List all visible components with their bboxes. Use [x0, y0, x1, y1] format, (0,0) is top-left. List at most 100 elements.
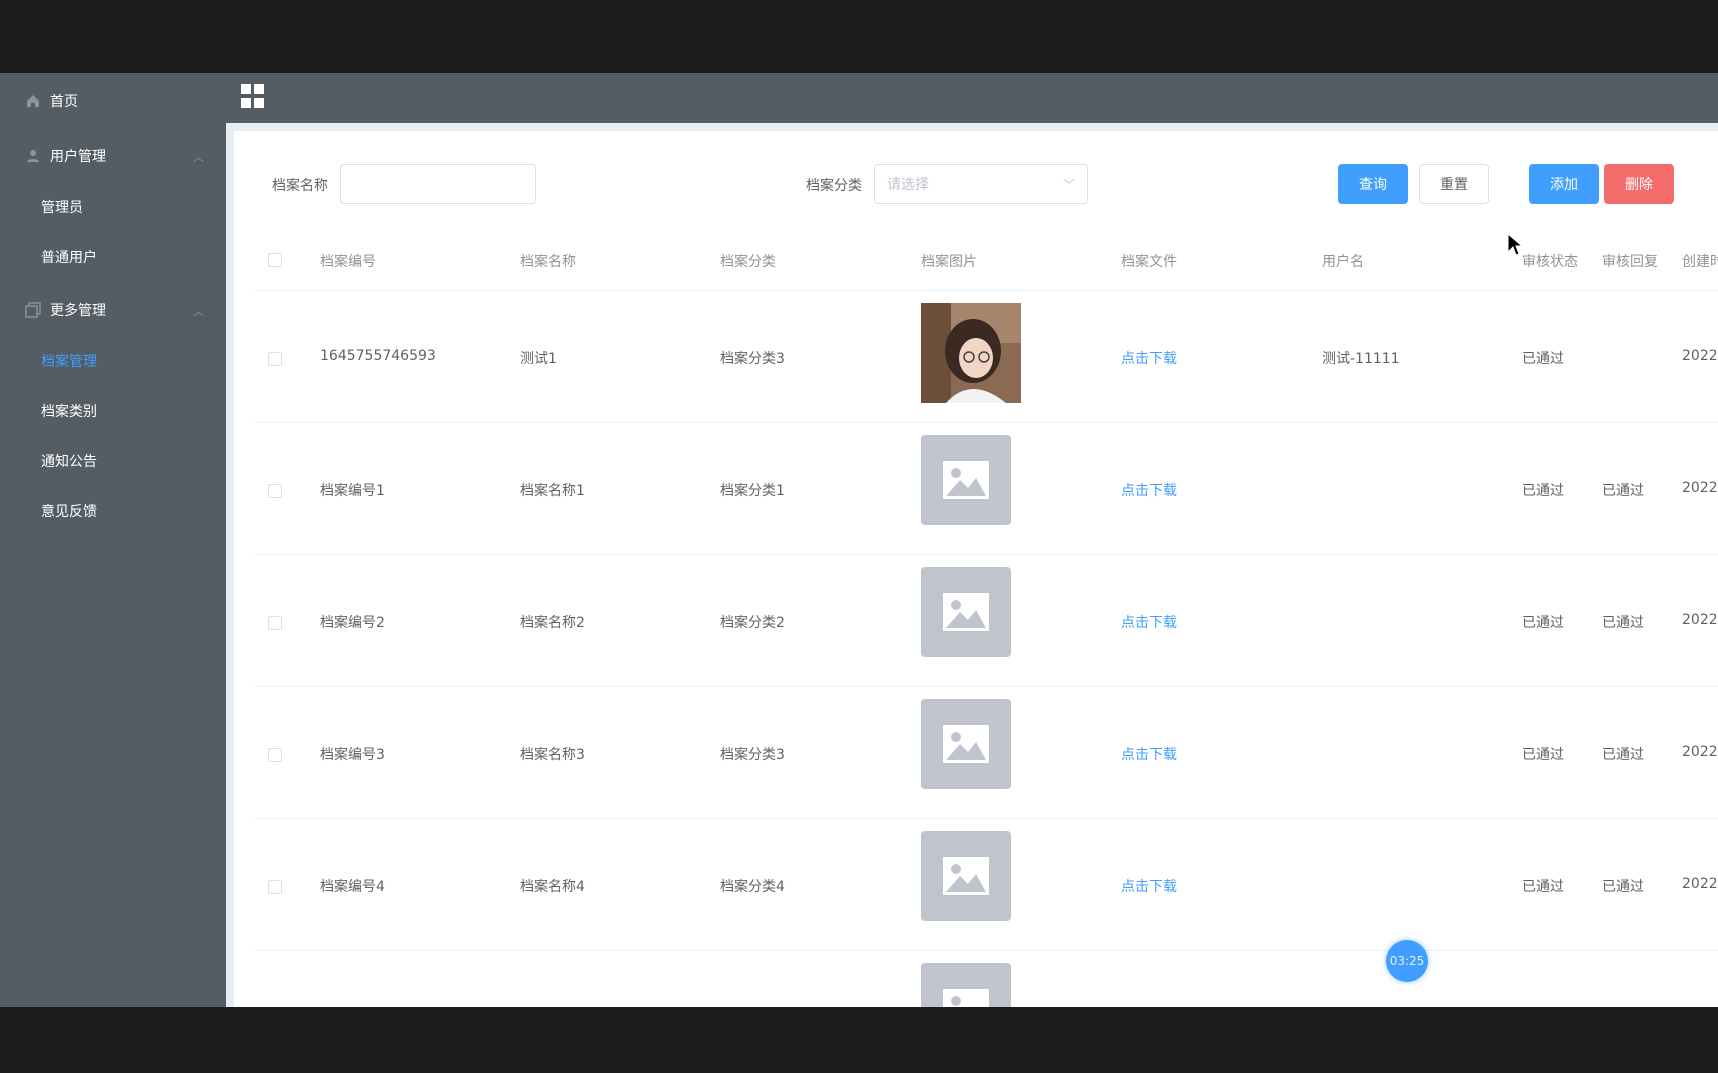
cell-archive-name: 档案名称4: [520, 879, 585, 895]
cell-archive-name: 档案名称3: [520, 747, 585, 763]
image-placeholder-icon: [921, 435, 1011, 525]
table-header: 档案编号 档案名称 档案分类 档案图片 档案文件 用户名 审核状态 审核回复 创…: [254, 229, 1718, 291]
home-icon: [24, 92, 42, 110]
header-review-status: 审核状态: [1522, 254, 1578, 270]
cell-review-reply: 已通过: [1602, 615, 1644, 631]
header-username: 用户名: [1322, 254, 1364, 270]
chevron-up-icon: ︿: [193, 305, 204, 318]
sidebar-item-label: 档案类别: [41, 404, 97, 420]
archive-photo[interactable]: [921, 303, 1021, 403]
row-checkbox[interactable]: [268, 748, 282, 762]
header-archive-category: 档案分类: [720, 254, 776, 270]
app-window: 首页 用户管理 ︿ 管理员 普通用户 更多管理 ︿ 档案管理 档案类别 通知公告…: [0, 73, 1718, 1007]
sidebar-item-home[interactable]: 首页: [0, 76, 226, 126]
cell-review-status: 已通过: [1522, 483, 1564, 499]
header-archive-name: 档案名称: [520, 254, 576, 270]
cell-archive-id: 档案编号1: [320, 483, 385, 499]
archive-category-label: 档案分类: [806, 178, 862, 194]
table-row[interactable]: 档案编号2 档案名称2 档案分类2 点击下载 已通过 已通过 2022-: [254, 555, 1718, 687]
sidebar-item-archive-mgmt[interactable]: 档案管理: [0, 336, 226, 386]
row-checkbox[interactable]: [268, 616, 282, 630]
cell-username: 测试-11111: [1322, 351, 1400, 367]
top-bar: [226, 73, 1718, 123]
main-content: 档案名称 档案分类 请选择 ﹀ 查询 重置 添加 删除 档案编号 档案名称 档案…: [234, 131, 1718, 1007]
cell-review-status: 已通过: [1522, 351, 1564, 367]
cell-review-reply: 已通过: [1602, 483, 1644, 499]
archive-category-select[interactable]: 请选择 ﹀: [874, 164, 1088, 204]
cell-created-time: 2022-: [1682, 612, 1718, 628]
table-row[interactable]: 1645755746593 测试1 档案分类3 点击下载 测试-11111 已通…: [254, 291, 1718, 423]
cell-review-status: 已通过: [1522, 879, 1564, 895]
recording-timer[interactable]: 03:25: [1386, 940, 1428, 982]
cell-created-time: 2022-: [1682, 348, 1718, 364]
header-archive-image: 档案图片: [921, 254, 977, 270]
sidebar-item-label: 普通用户: [41, 250, 97, 266]
cell-archive-category: 档案分类2: [720, 615, 785, 631]
download-link[interactable]: 点击下载: [1121, 480, 1177, 500]
table-row[interactable]: [254, 951, 1718, 1007]
cell-created-time: 2022-: [1682, 480, 1718, 496]
table-row[interactable]: 档案编号1 档案名称1 档案分类1 点击下载 已通过 已通过 2022-: [254, 423, 1718, 555]
cell-review-reply: 已通过: [1602, 879, 1644, 895]
table-row[interactable]: 档案编号3 档案名称3 档案分类3 点击下载 已通过 已通过 2022-: [254, 687, 1718, 819]
cell-archive-name: 档案名称1: [520, 483, 585, 499]
mouse-cursor-icon: [1507, 233, 1523, 256]
header-review-reply: 审核回复: [1602, 254, 1658, 270]
chevron-up-icon: ︿: [193, 151, 204, 164]
cell-created-time: 2022-: [1682, 744, 1718, 760]
chevron-down-icon: ﹀: [1062, 178, 1075, 192]
sidebar-item-label: 通知公告: [41, 454, 97, 470]
sidebar-item-label: 用户管理: [50, 149, 106, 165]
query-button[interactable]: 查询: [1338, 164, 1408, 204]
cell-archive-name: 档案名称2: [520, 615, 585, 631]
image-placeholder-icon: [921, 963, 1011, 1007]
cell-archive-category: 档案分类4: [720, 879, 785, 895]
sidebar-item-admin[interactable]: 管理员: [0, 182, 226, 232]
sidebar-item-label: 意见反馈: [41, 504, 97, 520]
cell-created-time: 2022-: [1682, 876, 1718, 892]
cell-archive-id: 档案编号3: [320, 747, 385, 763]
sidebar-item-normal-user[interactable]: 普通用户: [0, 232, 226, 282]
select-placeholder: 请选择: [887, 177, 929, 193]
download-link[interactable]: 点击下载: [1121, 876, 1177, 896]
sidebar: 首页 用户管理 ︿ 管理员 普通用户 更多管理 ︿ 档案管理 档案类别 通知公告…: [0, 73, 226, 1007]
table-row[interactable]: 档案编号4 档案名称4 档案分类4 点击下载 已通过 已通过 2022-: [254, 819, 1718, 951]
cell-review-status: 已通过: [1522, 747, 1564, 763]
row-checkbox[interactable]: [268, 352, 282, 366]
cell-archive-name: 测试1: [520, 351, 557, 367]
add-button[interactable]: 添加: [1529, 164, 1599, 204]
header-created-time: 创建时: [1682, 254, 1718, 270]
image-placeholder-icon: [921, 831, 1011, 921]
image-placeholder-icon: [921, 567, 1011, 657]
sidebar-item-label: 更多管理: [50, 303, 106, 319]
archive-name-label: 档案名称: [272, 178, 328, 194]
sidebar-item-archive-category[interactable]: 档案类别: [0, 386, 226, 436]
reset-button[interactable]: 重置: [1419, 164, 1489, 204]
sidebar-item-feedback[interactable]: 意见反馈: [0, 486, 226, 536]
cell-archive-category: 档案分类1: [720, 483, 785, 499]
cell-review-reply: 已通过: [1602, 747, 1644, 763]
sidebar-item-label: 首页: [50, 94, 78, 110]
archive-name-input[interactable]: [340, 164, 536, 204]
cell-archive-category: 档案分类3: [720, 351, 785, 367]
header-archive-file: 档案文件: [1121, 254, 1177, 270]
delete-button[interactable]: 删除: [1604, 164, 1674, 204]
select-all-checkbox[interactable]: [268, 253, 282, 267]
sidebar-item-user-mgmt[interactable]: 用户管理 ︿: [0, 131, 226, 181]
cell-archive-id: 1645755746593: [320, 348, 436, 364]
content-divider: [226, 123, 234, 1007]
copy-icon: [24, 301, 42, 319]
row-checkbox[interactable]: [268, 484, 282, 498]
sidebar-item-notice[interactable]: 通知公告: [0, 436, 226, 486]
cell-archive-category: 档案分类3: [720, 747, 785, 763]
cell-archive-id: 档案编号2: [320, 615, 385, 631]
cell-review-status: 已通过: [1522, 615, 1564, 631]
header-archive-id: 档案编号: [320, 254, 376, 270]
download-link[interactable]: 点击下载: [1121, 744, 1177, 764]
menu-grid-icon[interactable]: [241, 84, 265, 108]
cell-archive-id: 档案编号4: [320, 879, 385, 895]
download-link[interactable]: 点击下载: [1121, 612, 1177, 632]
sidebar-item-more-mgmt[interactable]: 更多管理 ︿: [0, 285, 226, 335]
download-link[interactable]: 点击下载: [1121, 348, 1177, 368]
row-checkbox[interactable]: [268, 880, 282, 894]
